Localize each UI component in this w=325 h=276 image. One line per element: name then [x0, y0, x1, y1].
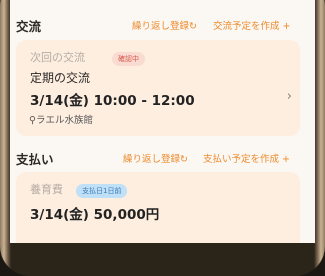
next-exchange-card[interactable]: 次回の交流 確認中 定期の交流 3/14(金) 10:00 - 12:00 ⚲ラ…: [16, 40, 300, 136]
payment-section-header: 支払い 繰り返し登録↻ 支払い予定を作成 +: [10, 147, 315, 169]
exchange-create-label: 交流予定を作成: [213, 21, 280, 32]
payment-repeat-link[interactable]: 繰り返し登録↻: [123, 151, 188, 165]
exchange-location: ⚲ラエル水族館: [29, 112, 93, 126]
exchange-event-title: 定期の交流: [30, 71, 91, 85]
status-badge: 確認中: [112, 52, 145, 66]
payment-section-title: 支払い: [16, 152, 54, 167]
payment-create-label: 支払い予定を作成: [203, 154, 280, 165]
plus-icon: +: [279, 21, 291, 32]
payment-card[interactable]: 養育費 支払日1日前 3/14(金) 50,000円: [16, 172, 300, 243]
exchange-repeat-link[interactable]: 繰り返し登録↻: [132, 18, 197, 32]
refresh-icon: ↻: [180, 154, 188, 165]
next-exchange-label: 次回の交流: [30, 51, 85, 64]
exchange-section-header: 交流 繰り返し登録↻ 交流予定を作成 +: [10, 14, 315, 36]
payment-repeat-label: 繰り返し登録: [123, 154, 181, 165]
exchange-create-link[interactable]: 交流予定を作成 +: [213, 18, 291, 32]
plus-icon: +: [279, 154, 290, 165]
refresh-icon: ↻: [189, 21, 197, 32]
payment-type-label: 養育費: [30, 183, 63, 196]
payment-date-amount: 3/14(金) 50,000円: [30, 207, 160, 223]
payment-create-link[interactable]: 支払い予定を作成 +: [203, 151, 290, 165]
exchange-datetime: 3/14(金) 10:00 - 12:00: [30, 93, 195, 109]
exchange-location-text: ラエル水族館: [35, 115, 93, 126]
pin-icon: ⚲: [29, 115, 36, 126]
payment-due-badge: 支払日1日前: [76, 184, 128, 198]
exchange-section-title: 交流: [16, 19, 42, 34]
exchange-repeat-label: 繰り返し登録: [132, 21, 190, 32]
app-screen: 交流 繰り返し登録↻ 交流予定を作成 + 次回の交流 確認中 定期の交流 3/1…: [10, 0, 315, 243]
chevron-right-icon: ›: [286, 89, 292, 104]
